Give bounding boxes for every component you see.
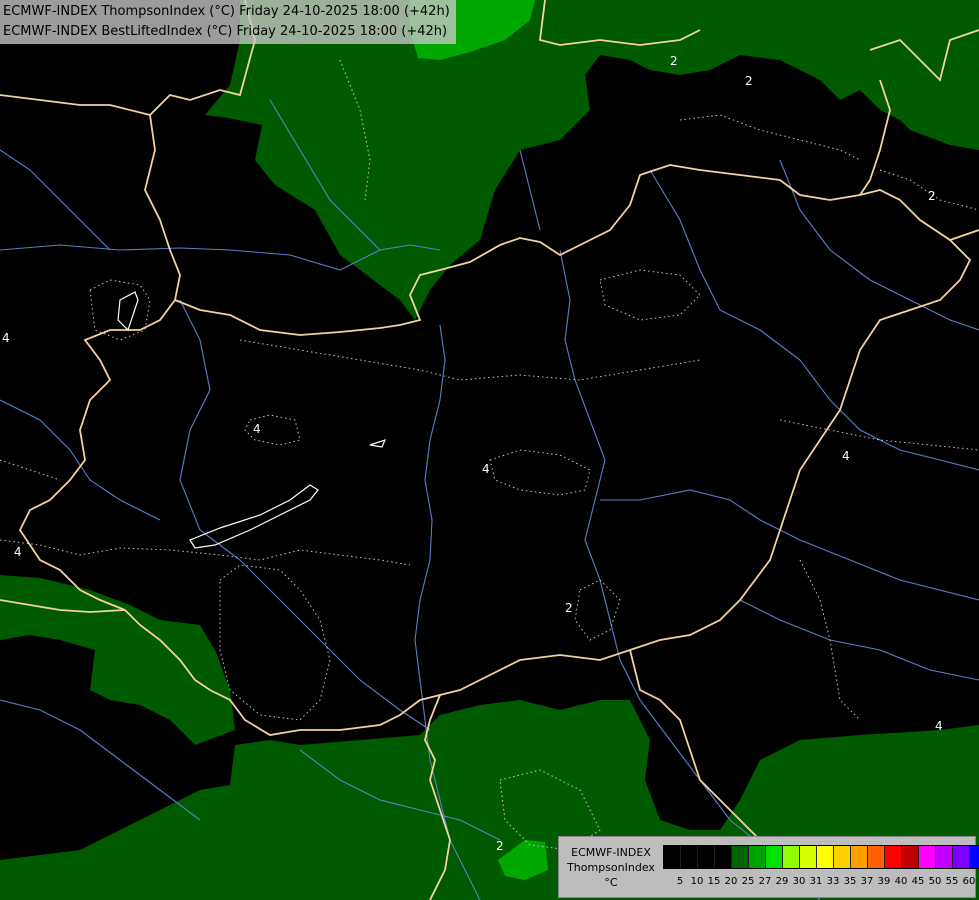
legend-tick-label: 60	[962, 876, 976, 887]
legend-tick-label: 37	[860, 876, 874, 887]
legend-tick-label: 33	[826, 876, 840, 887]
map-title-thompson: ECMWF-INDEX ThompsonIndex (°C) Friday 24…	[3, 4, 450, 19]
contour-label: 4	[253, 422, 261, 436]
legend-swatch	[851, 846, 868, 868]
legend-swatch	[715, 846, 732, 868]
legend-swatches	[663, 845, 979, 869]
legend-tick-label: 25	[741, 876, 755, 887]
legend-swatch	[885, 846, 902, 868]
legend-tick-label: 30	[792, 876, 806, 887]
legend-title: ECMWF-INDEX ThompsonIndex °C	[563, 845, 659, 890]
legend-swatch	[783, 846, 800, 868]
lake-small-2	[117, 291, 139, 332]
thompson-fill-areas	[0, 0, 979, 900]
legend-ticks: 5 10 15 20 25 27 29 30 31 33 35 37 39 40 45 50 55 60	[663, 875, 976, 889]
contour-label: 4	[482, 462, 490, 476]
legend-swatch	[766, 846, 783, 868]
contour-label: 2	[745, 74, 753, 88]
legend-unit: °C	[604, 876, 618, 889]
fill-area-northeast	[545, 0, 979, 120]
map-title-box: ECMWF-INDEX ThompsonIndex (°C) Friday 24…	[0, 0, 456, 44]
legend-tick-label: 35	[843, 876, 857, 887]
legend-tick-label: 31	[809, 876, 823, 887]
contour-label: 2	[565, 601, 573, 615]
lake-small-1	[369, 439, 387, 448]
legend-swatch	[902, 846, 919, 868]
legend-swatch	[834, 846, 851, 868]
legend-tick-label: 50	[928, 876, 942, 887]
legend-swatch	[681, 846, 698, 868]
legend-tick-label: 20	[724, 876, 738, 887]
legend-swatch	[970, 846, 979, 868]
color-legend: ECMWF-INDEX ThompsonIndex °C 5 10 15 20 25 27…	[558, 836, 979, 898]
legend-tick-label: 55	[945, 876, 959, 887]
legend-swatch	[732, 846, 749, 868]
legend-tick-label: 40	[894, 876, 908, 887]
map-title-lifted-index: ECMWF-INDEX BestLiftedIndex (°C) Friday …	[3, 24, 448, 39]
fill-area-north	[205, 0, 590, 320]
legend-tick-label: 39	[877, 876, 891, 887]
legend-tick-label: 45	[911, 876, 925, 887]
legend-swatch	[936, 846, 953, 868]
contour-label: 2	[928, 189, 936, 203]
legend-tick-label: 15	[707, 876, 721, 887]
legend-parameter: ThompsonIndex	[567, 861, 655, 874]
lake-balaton	[189, 484, 319, 549]
legend-swatch	[698, 846, 715, 868]
legend-swatch	[749, 846, 766, 868]
contour-label: 2	[496, 839, 504, 853]
legend-swatch	[664, 846, 681, 868]
legend-swatch	[919, 846, 936, 868]
contour-label: 4	[2, 331, 10, 345]
legend-swatch	[817, 846, 834, 868]
contour-label: 4	[842, 449, 850, 463]
legend-tick-label: 5	[676, 876, 684, 887]
legend-swatch	[953, 846, 970, 868]
contour-label: 4	[935, 719, 943, 733]
weather-map: 2 2 2 4 4 4 4 4 4 2 2	[0, 0, 979, 900]
legend-source: ECMWF-INDEX	[571, 846, 651, 859]
legend-swatch	[868, 846, 885, 868]
fill-area-southwest	[0, 575, 235, 745]
contour-label: 2	[670, 54, 678, 68]
legend-swatch	[800, 846, 817, 868]
legend-tick-label: 10	[690, 876, 704, 887]
legend-tick-label: 27	[758, 876, 772, 887]
contour-label: 4	[14, 545, 22, 559]
legend-tick-label: 29	[775, 876, 789, 887]
